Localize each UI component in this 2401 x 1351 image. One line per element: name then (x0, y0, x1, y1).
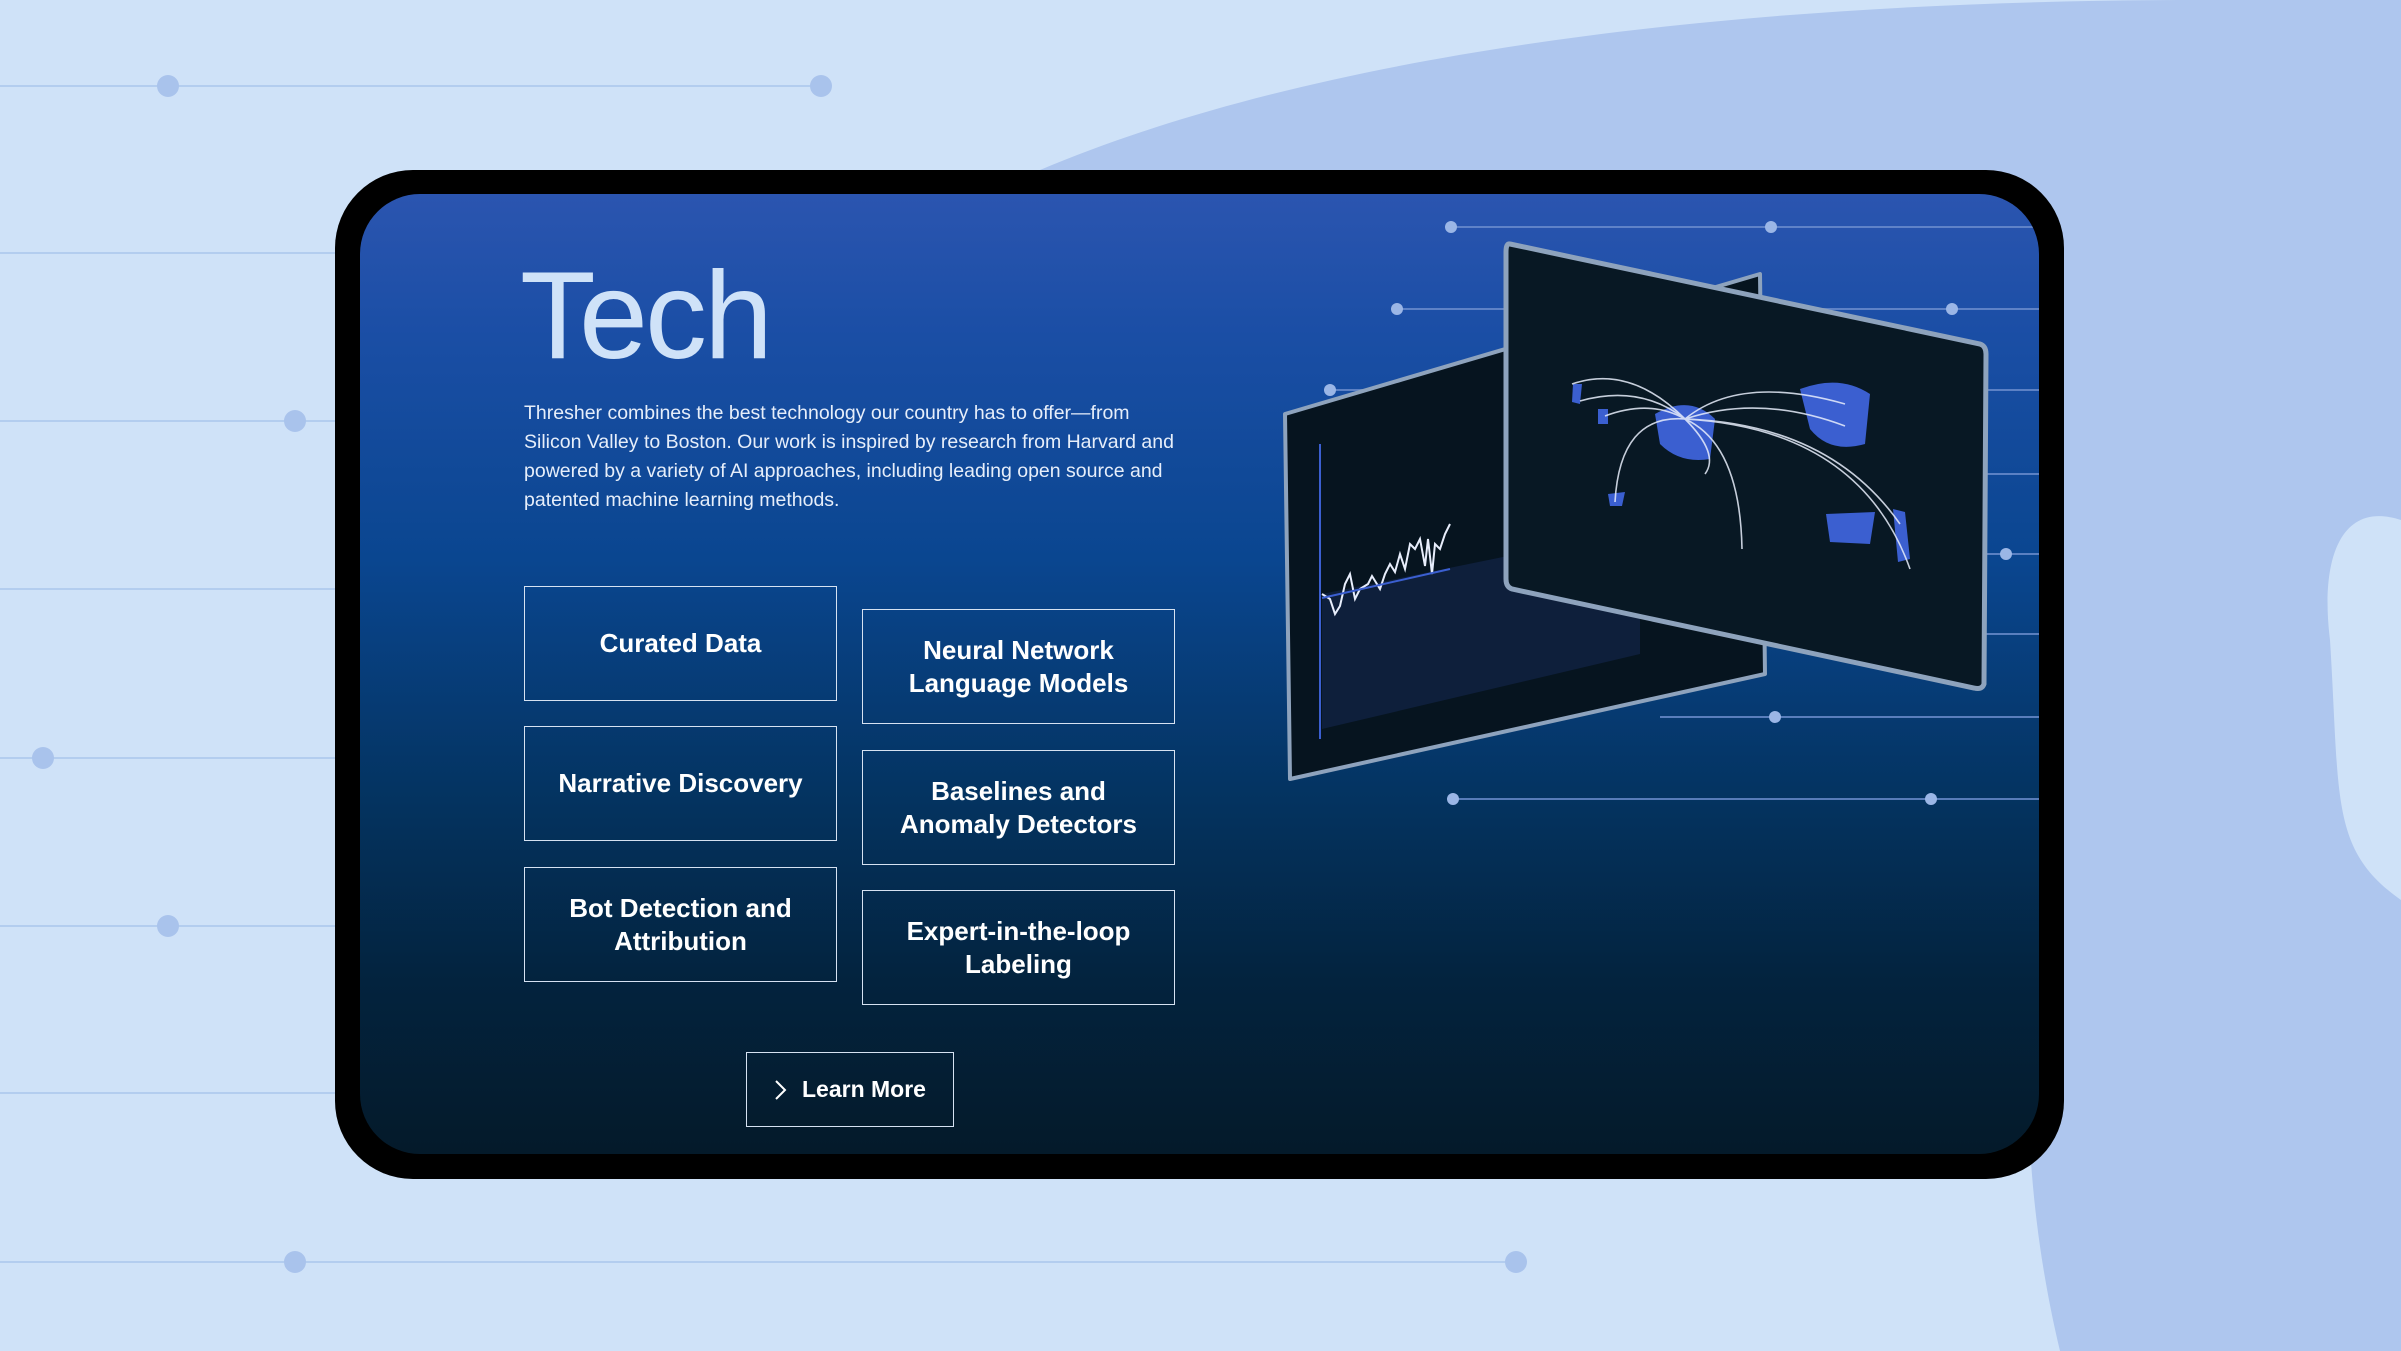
capability-curated-data[interactable]: Curated Data (524, 586, 837, 701)
capability-neural-network-language-models[interactable]: Neural Network Language Models (862, 609, 1175, 724)
chevron-right-icon (775, 1079, 787, 1100)
tech-section: Tech Thresher combines the best technolo… (360, 194, 2039, 1154)
capability-label: Bot Detection and Attribution (569, 892, 792, 956)
learn-more-label: Learn More (802, 1076, 926, 1102)
capability-narrative-discovery[interactable]: Narrative Discovery (524, 726, 837, 841)
capability-label: Expert-in-the-loop Labeling (906, 915, 1131, 979)
capability-bot-detection-attribution[interactable]: Bot Detection and Attribution (524, 867, 837, 982)
capability-label: Neural Network Language Models (908, 634, 1129, 698)
capability-baselines-anomaly-detectors[interactable]: Baselines and Anomaly Detectors (862, 750, 1175, 865)
section-description: Thresher combines the best technology ou… (524, 402, 1174, 511)
capability-label: Curated Data (599, 628, 762, 658)
page-title: Tech (520, 247, 773, 385)
learn-more-button[interactable]: Learn More (746, 1052, 954, 1127)
capability-expert-in-the-loop-labeling[interactable]: Expert-in-the-loop Labeling (862, 890, 1175, 1005)
capability-label: Baselines and Anomaly Detectors (900, 775, 1137, 839)
capability-label: Narrative Discovery (558, 768, 803, 798)
